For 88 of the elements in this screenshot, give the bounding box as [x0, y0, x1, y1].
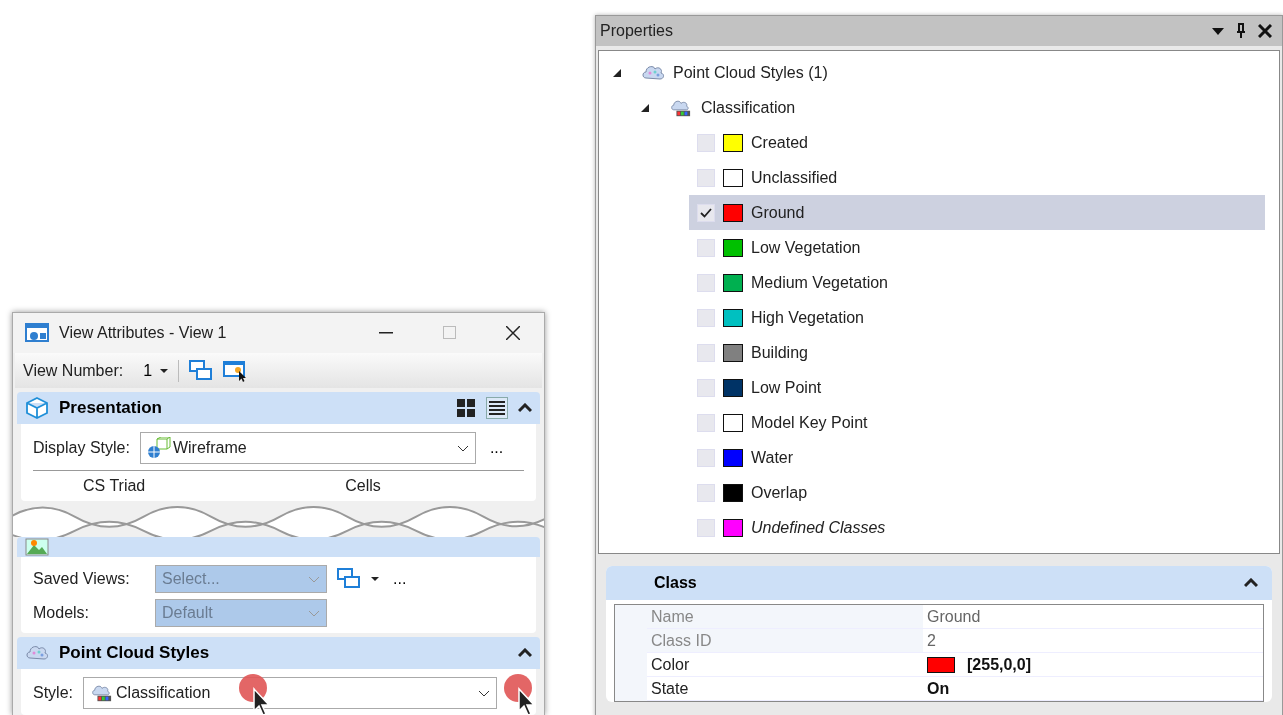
checkbox-label: Cells: [345, 477, 381, 496]
property-value[interactable]: On: [927, 679, 950, 698]
expanded-arrow-icon[interactable]: [641, 103, 649, 112]
caret-icon: [160, 368, 169, 373]
group-title: Class: [654, 574, 698, 592]
style-label: Style:: [33, 684, 73, 702]
class-label: Created: [751, 133, 808, 152]
display-style-dropdown[interactable]: Wireframe: [139, 432, 476, 465]
chevron-down-icon: [308, 609, 320, 617]
checkbox[interactable]: [697, 238, 715, 257]
window-sparkle-icon[interactable]: [223, 359, 248, 382]
property-name: Class ID: [647, 629, 923, 652]
display-style-label: Display Style:: [33, 439, 130, 458]
class-label: Low Point: [751, 378, 822, 397]
checkbox-label: CS Triad: [83, 477, 146, 496]
class-label: Ground: [751, 203, 805, 222]
copy-view-icon[interactable]: [337, 568, 361, 590]
more-button[interactable]: ...: [389, 570, 411, 588]
landscape-icon: [25, 537, 49, 557]
close-icon[interactable]: [1258, 24, 1272, 38]
checkbox[interactable]: [697, 308, 715, 327]
class-row[interactable]: Building: [689, 335, 1265, 370]
class-row[interactable]: Water: [689, 440, 1265, 475]
class-row[interactable]: Medium Vegetation: [689, 265, 1265, 300]
collapse-chevron-icon[interactable]: [518, 648, 532, 658]
property-name: Name: [647, 605, 923, 628]
class-label: Low Vegetation: [751, 238, 861, 257]
chevron-down-icon: [456, 444, 469, 452]
property-value: 2: [927, 631, 936, 650]
class-label: Water: [751, 448, 794, 467]
checkbox[interactable]: [697, 343, 715, 362]
close-icon[interactable]: [506, 325, 520, 340]
models-label: Models:: [33, 604, 91, 622]
section-title: Presentation: [59, 398, 163, 419]
caret-icon[interactable]: [371, 577, 379, 581]
checkmark-icon: [700, 207, 712, 218]
checkbox[interactable]: [697, 448, 715, 467]
collapse-chevron-icon[interactable]: [518, 403, 532, 414]
section-title: Point Cloud Styles: [59, 643, 211, 663]
class-row[interactable]: Undefined Classes: [689, 510, 1265, 545]
checkbox[interactable]: [697, 378, 715, 397]
checkbox[interactable]: [697, 518, 715, 537]
checkbox[interactable]: [697, 413, 715, 432]
class-row[interactable]: High Vegetation: [689, 300, 1265, 335]
class-row[interactable]: Created: [689, 125, 1265, 160]
view-number-label: View Number:: [23, 361, 124, 380]
class-label: High Vegetation: [751, 308, 864, 327]
class-row[interactable]: Unclassified: [689, 160, 1265, 195]
saved-views-label: Saved Views:: [33, 570, 131, 588]
more-button[interactable]: ...: [485, 439, 508, 458]
minimize-icon[interactable]: [379, 331, 393, 334]
checkbox[interactable]: [697, 483, 715, 502]
class-row[interactable]: Ground: [689, 195, 1265, 230]
view-attributes-icon: [25, 322, 49, 343]
class-label: Building: [751, 343, 808, 362]
checkbox[interactable]: [697, 168, 715, 187]
chevron-down-icon: [308, 575, 320, 583]
checkbox[interactable]: [697, 273, 715, 292]
class-row[interactable]: Model Key Point: [689, 405, 1265, 440]
class-row[interactable]: Low Point: [689, 370, 1265, 405]
list-view-icon[interactable]: [486, 397, 508, 420]
panel-title: Properties: [600, 22, 674, 40]
grid-view-icon[interactable]: [456, 398, 476, 419]
dropdown-icon[interactable]: [1212, 27, 1224, 35]
window-title: View Attributes - View 1: [59, 323, 228, 342]
classification-icon: [90, 683, 114, 703]
property-value[interactable]: [255,0,0]: [967, 655, 1032, 674]
checkbox[interactable]: [697, 203, 715, 222]
view-number-dropdown[interactable]: 1: [133, 361, 169, 380]
property-value: Ground: [927, 607, 981, 626]
class-row[interactable]: Low Vegetation: [689, 230, 1265, 265]
pin-icon[interactable]: [1236, 23, 1246, 39]
expanded-arrow-icon[interactable]: [613, 68, 621, 77]
tree-item[interactable]: Point Cloud Styles (1): [599, 55, 828, 90]
cube-icon: [25, 396, 49, 421]
checkbox[interactable]: [697, 133, 715, 152]
class-label: Unclassified: [751, 168, 838, 187]
style-dropdown[interactable]: Classification: [83, 677, 497, 709]
tree-item[interactable]: Classification: [599, 90, 796, 125]
collapse-chevron-icon[interactable]: [1244, 578, 1258, 588]
class-label: Undefined Classes: [751, 518, 886, 537]
chevron-down-icon: [478, 689, 490, 697]
class-label: Medium Vegetation: [751, 273, 888, 292]
class-label: Overlap: [751, 483, 808, 502]
class-label: Model Key Point: [751, 413, 868, 432]
copy-view-icon[interactable]: [189, 359, 214, 382]
cube-globe-icon: [146, 437, 171, 460]
class-row[interactable]: Overlap: [689, 475, 1265, 510]
